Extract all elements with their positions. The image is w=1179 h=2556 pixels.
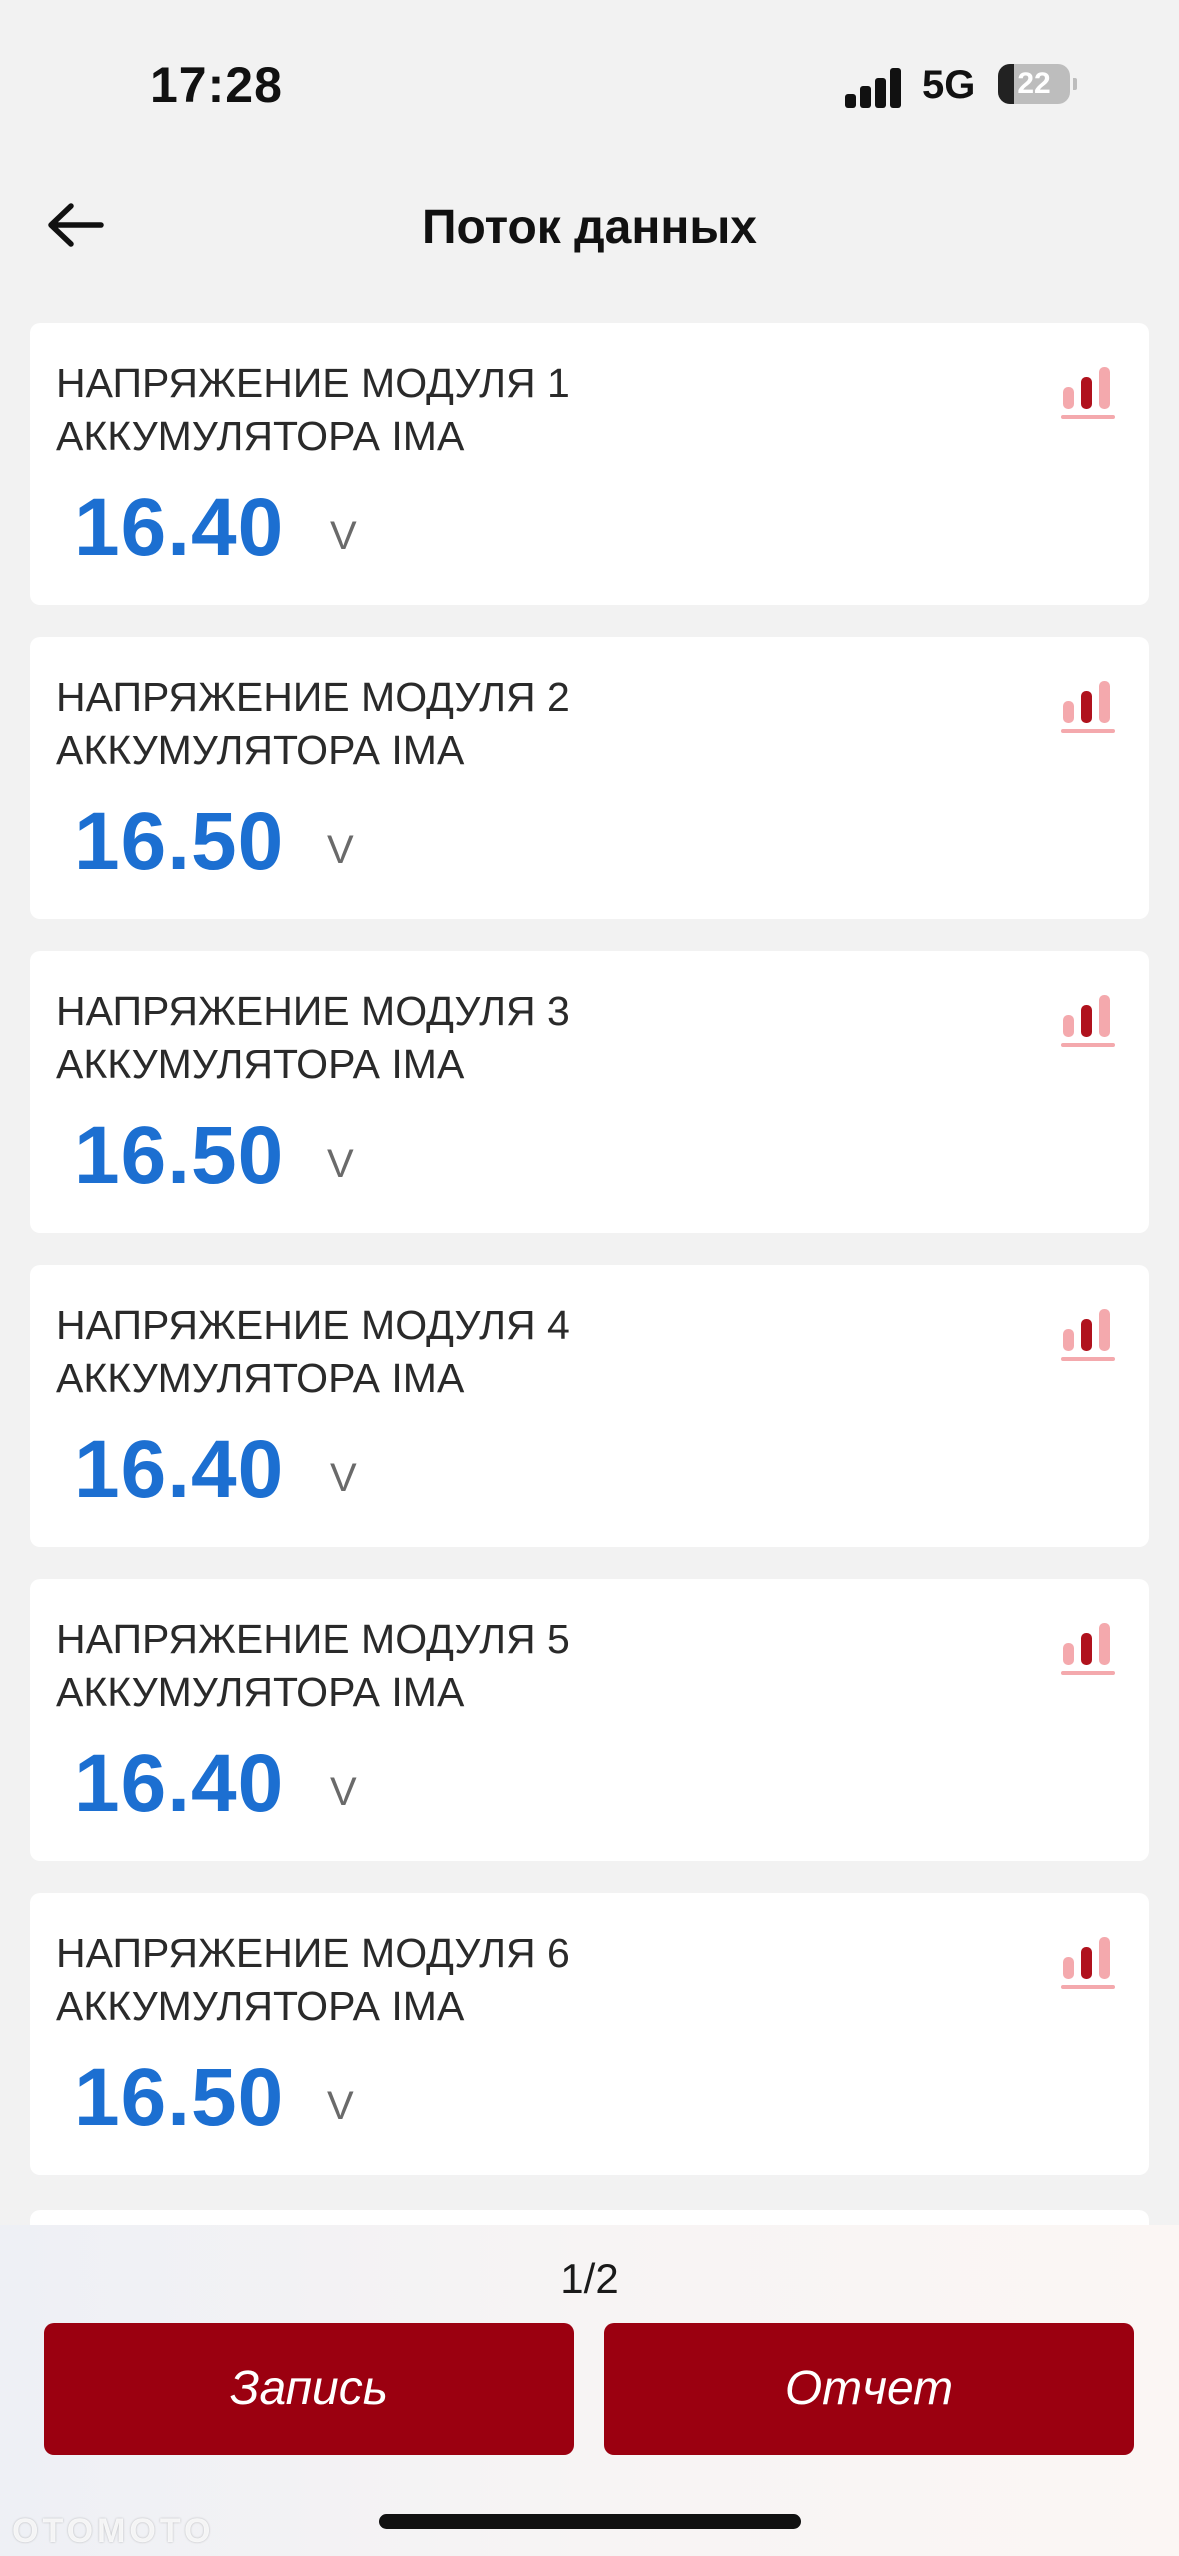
card-value: 16.40 xyxy=(74,1424,285,1515)
data-card-module-4[interactable]: НАПРЯЖЕНИЕ МОДУЛЯ 4 АККУМУЛЯТОРА IMA 16.… xyxy=(30,1265,1149,1547)
home-indicator[interactable] xyxy=(379,2514,801,2529)
card-value: 16.50 xyxy=(74,1110,285,1201)
data-stream-list: НАПРЯЖЕНИЕ МОДУЛЯ 1 АККУМУЛЯТОРА IMA 16.… xyxy=(0,0,1179,2556)
card-label: НАПРЯЖЕНИЕ МОДУЛЯ 4 АККУМУЛЯТОРА IMA xyxy=(56,1302,570,1401)
page-indicator: 1/2 xyxy=(560,2255,619,2302)
report-button[interactable]: Отчет xyxy=(604,2323,1134,2455)
data-card-module-5[interactable]: НАПРЯЖЕНИЕ МОДУЛЯ 5 АККУМУЛЯТОРА IMA 16.… xyxy=(30,1579,1149,1861)
data-card-module-3[interactable]: НАПРЯЖЕНИЕ МОДУЛЯ 3 АККУМУЛЯТОРА IMA 16.… xyxy=(30,951,1149,1233)
card-label: НАПРЯЖЕНИЕ МОДУЛЯ 6 АККУМУЛЯТОРА IMA xyxy=(56,1930,570,2029)
record-button[interactable]: Запись xyxy=(44,2323,574,2455)
card-label: НАПРЯЖЕНИЕ МОДУЛЯ 5 АККУМУЛЯТОРА IMA xyxy=(56,1616,570,1715)
bar-chart-icon[interactable] xyxy=(1059,1933,1119,1993)
card-unit: V xyxy=(327,2084,354,2128)
card-value: 16.50 xyxy=(74,2052,285,2143)
card-value: 16.40 xyxy=(74,1738,285,1829)
card-value: 16.50 xyxy=(74,796,285,887)
bar-chart-icon[interactable] xyxy=(1059,363,1119,423)
bar-chart-icon[interactable] xyxy=(1059,1619,1119,1679)
card-label: НАПРЯЖЕНИЕ МОДУЛЯ 1 АККУМУЛЯТОРА IMA xyxy=(56,360,570,459)
card-value: 16.40 xyxy=(74,482,285,573)
bottom-action-panel: 1/2 Запись Отчет xyxy=(0,2225,1179,2556)
data-card-module-1[interactable]: НАПРЯЖЕНИЕ МОДУЛЯ 1 АККУМУЛЯТОРА IMA 16.… xyxy=(30,323,1149,605)
data-card-module-6[interactable]: НАПРЯЖЕНИЕ МОДУЛЯ 6 АККУМУЛЯТОРА IMA 16.… xyxy=(30,1893,1149,2175)
data-card-module-2[interactable]: НАПРЯЖЕНИЕ МОДУЛЯ 2 АККУМУЛЯТОРА IMA 16.… xyxy=(30,637,1149,919)
bar-chart-icon[interactable] xyxy=(1059,1305,1119,1365)
watermark-logo: OTOMOTO xyxy=(12,2512,215,2550)
card-unit: V xyxy=(330,514,357,558)
bar-chart-icon[interactable] xyxy=(1059,991,1119,1051)
card-unit: V xyxy=(327,828,354,872)
bar-chart-icon[interactable] xyxy=(1059,677,1119,737)
card-unit: V xyxy=(330,1456,357,1500)
card-label: НАПРЯЖЕНИЕ МОДУЛЯ 2 АККУМУЛЯТОРА IMA xyxy=(56,674,570,773)
card-unit: V xyxy=(327,1142,354,1186)
card-unit: V xyxy=(330,1770,357,1814)
card-label: НАПРЯЖЕНИЕ МОДУЛЯ 3 АККУМУЛЯТОРА IMA xyxy=(56,988,570,1087)
